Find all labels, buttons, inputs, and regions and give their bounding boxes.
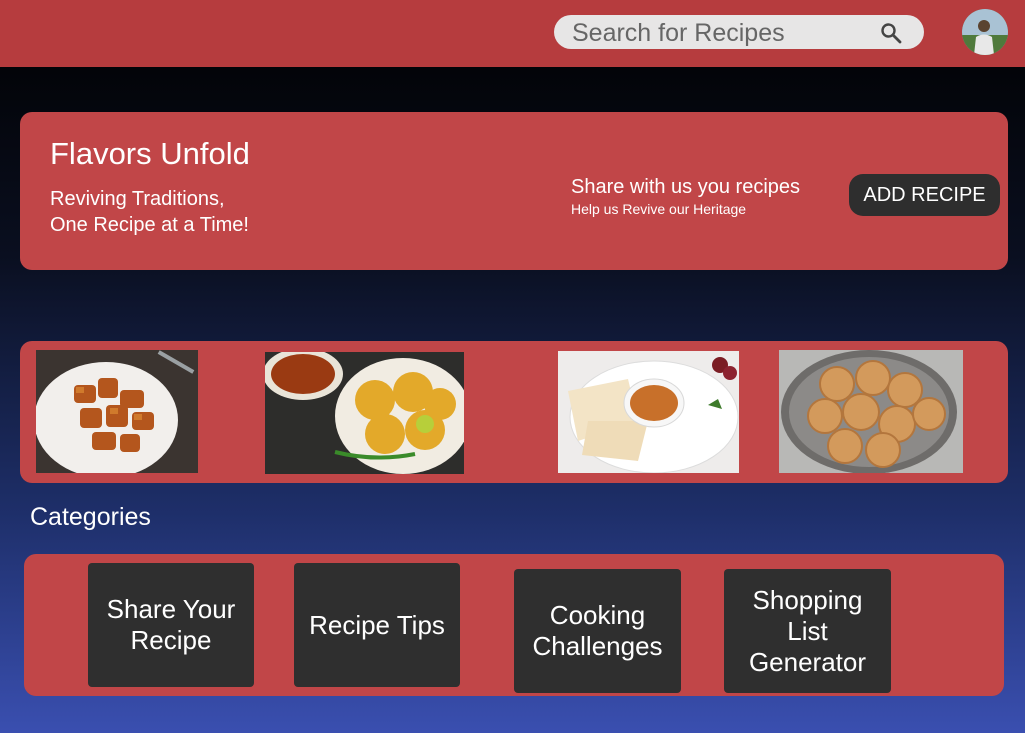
round-snack-photo[interactable] — [779, 350, 963, 473]
add-recipe-button[interactable]: ADD RECIPE — [849, 174, 1000, 216]
categories-panel: Share Your Recipe Recipe Tips Cooking Ch… — [24, 554, 1004, 696]
recipe-gallery — [20, 341, 1008, 483]
cooking-challenges-button[interactable]: Cooking Challenges — [514, 569, 681, 693]
share-your-recipe-button[interactable]: Share Your Recipe — [88, 563, 254, 687]
fried-dish-photo[interactable] — [36, 350, 198, 473]
hero-subtitle: Reviving Traditions, One Recipe at a Tim… — [50, 186, 249, 238]
hero-title: Flavors Unfold — [50, 136, 250, 171]
hero-subtitle-line1: Reviving Traditions, — [50, 188, 225, 210]
user-avatar[interactable] — [962, 9, 1008, 55]
puri-chana-photo[interactable] — [265, 352, 464, 474]
search-icon[interactable] — [880, 22, 902, 44]
shopping-list-generator-button[interactable]: Shopping List Generator — [724, 569, 891, 693]
search-bar[interactable] — [554, 15, 924, 49]
help-text: Help us Revive our Heritage — [571, 201, 747, 217]
categories-heading: Categories — [30, 503, 151, 531]
recipe-tips-button[interactable]: Recipe Tips — [294, 563, 460, 687]
hero-subtitle-line2: One Recipe at a Time! — [50, 214, 249, 236]
papad-curry-photo[interactable] — [558, 351, 739, 473]
search-input[interactable] — [570, 17, 874, 49]
top-bar — [0, 0, 1025, 67]
hero-banner: Flavors Unfold Reviving Traditions, One … — [20, 112, 1008, 270]
share-text: Share with us you recipes — [571, 176, 801, 198]
